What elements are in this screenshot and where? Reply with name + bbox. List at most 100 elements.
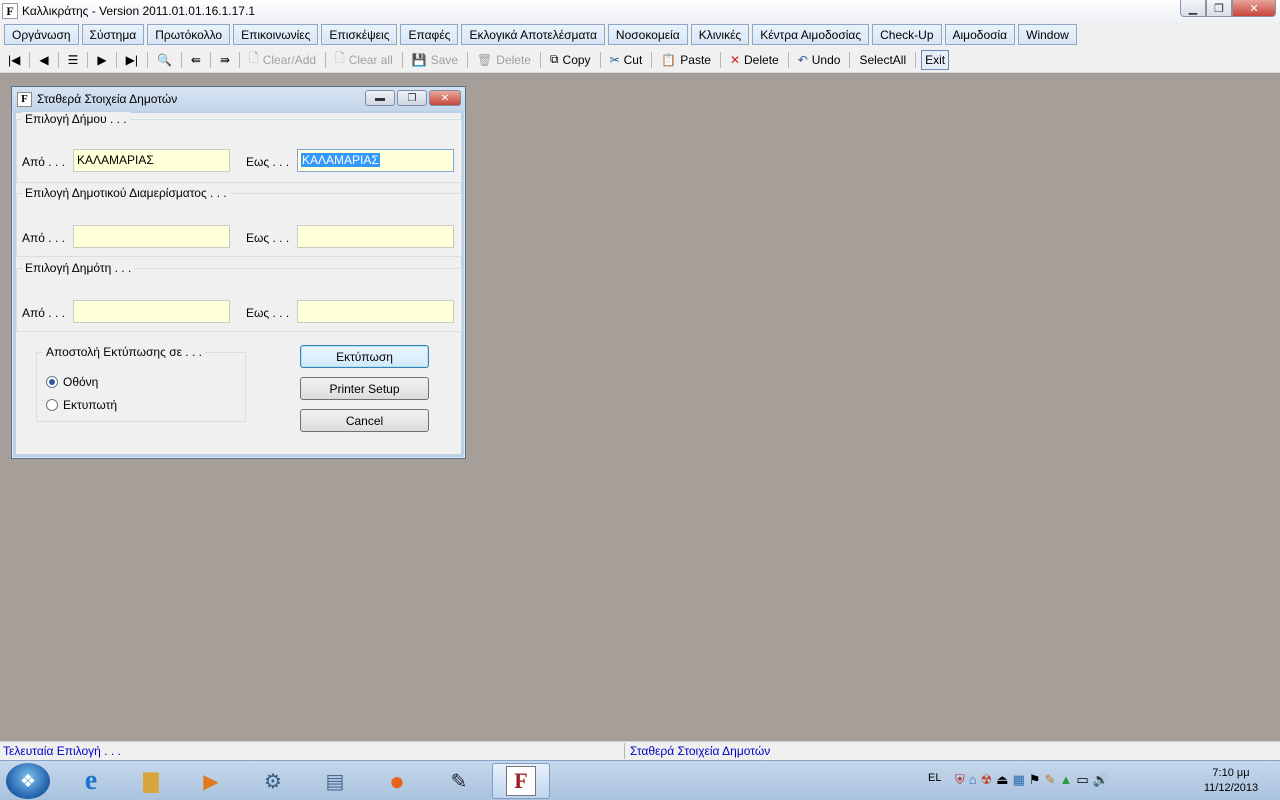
district-from-input[interactable] bbox=[73, 225, 230, 248]
shield-tray-icon[interactable]: ⛨ bbox=[955, 772, 965, 788]
notes-tray-icon[interactable]: ✎ bbox=[1045, 772, 1056, 788]
citizen-group: Επιλογή Δημότη . . . Από . . . Εως . . . bbox=[16, 261, 462, 332]
next-record-button[interactable]: ▶ bbox=[93, 50, 110, 70]
menu-protokollo[interactable]: Πρωτόκολλο bbox=[147, 24, 231, 45]
cut-button[interactable]: ✂ Cut bbox=[606, 50, 647, 70]
monitor-tray-icon[interactable]: ▭ bbox=[1076, 772, 1088, 788]
menu-systima[interactable]: Σύστημα bbox=[81, 24, 145, 45]
taskbar-tools-app[interactable]: ✎ bbox=[430, 763, 488, 799]
start-button[interactable]: ❖ bbox=[6, 763, 50, 799]
dialog-title-bar: F Σταθερά Στοιχεία Δημοτών ▬ ❐ ✕ bbox=[12, 87, 465, 111]
back-all-button[interactable]: ⇚ bbox=[187, 50, 205, 70]
toolbar-separator bbox=[115, 51, 117, 68]
taskbar-explorer[interactable]: ▇ bbox=[122, 763, 180, 799]
last-record-button[interactable]: ▶| bbox=[122, 50, 142, 70]
dialog-restore-button[interactable]: ❐ bbox=[397, 90, 427, 106]
save-button[interactable]: 💾 Save bbox=[408, 50, 462, 70]
dialog-minimize-button[interactable]: ▬ bbox=[365, 90, 395, 106]
selected-text: ΚΑΛΑΜΑΡΙΑΣ bbox=[301, 153, 380, 167]
clear-add-label: Clear/Add bbox=[262, 52, 317, 67]
radio-printer[interactable]: Εκτυπωτή bbox=[46, 398, 117, 412]
network-tray-icon[interactable]: ⌂ bbox=[969, 772, 977, 788]
delete-record-icon: 🗑 bbox=[477, 52, 493, 67]
menu-episkepseis[interactable]: Επισκέψεις bbox=[321, 24, 398, 45]
copy-button[interactable]: ⧉ Copy bbox=[546, 50, 595, 70]
toolbar-separator bbox=[787, 51, 789, 68]
taskbar-firefox[interactable]: ● bbox=[368, 763, 426, 799]
municipality-from-label: Από . . . bbox=[22, 155, 65, 169]
find-button[interactable]: 🔍 bbox=[153, 50, 176, 70]
municipality-from-input[interactable]: ΚΑΛΑΜΑΡΙΑΣ bbox=[73, 149, 230, 172]
menu-klinikes[interactable]: Κλινικές bbox=[690, 24, 750, 45]
paste-button[interactable]: 📋 Paste bbox=[657, 50, 715, 70]
citizen-to-input[interactable] bbox=[297, 300, 454, 323]
delete-button[interactable]: ✕ Delete bbox=[726, 50, 783, 70]
delete-record-button[interactable]: 🗑 Delete bbox=[473, 50, 535, 70]
menu-aimodosia[interactable]: Αιμοδοσία bbox=[944, 24, 1016, 45]
clear-add-button[interactable]: 🗋 Clear/Add bbox=[245, 50, 320, 70]
clear-all-button[interactable]: 🗋 Clear all bbox=[331, 50, 397, 70]
menu-epikoinonies[interactable]: Επικοινωνίες bbox=[233, 24, 319, 45]
menu-bar: Οργάνωση Σύστημα Πρωτόκολλο Επικοινωνίες… bbox=[0, 22, 1280, 47]
prev-record-button[interactable]: ◀ bbox=[35, 50, 52, 70]
taskbar-settings[interactable]: ⚙ bbox=[244, 763, 302, 799]
toolbar-separator bbox=[325, 51, 327, 68]
exit-button[interactable]: Exit bbox=[921, 49, 950, 70]
taskbar-media-player[interactable]: ▶ bbox=[182, 763, 240, 799]
toolbar-separator bbox=[57, 51, 59, 68]
taskbar-internet-explorer[interactable]: e bbox=[62, 763, 120, 799]
new-document-icon: 🗋 bbox=[249, 51, 259, 65]
next-icon: ▶ bbox=[97, 52, 107, 67]
menu-organosi[interactable]: Οργάνωση bbox=[4, 24, 79, 45]
radio-screen[interactable]: Οθόνη bbox=[46, 375, 98, 389]
antivirus-tray-icon[interactable]: ☢ bbox=[981, 772, 993, 788]
district-from-label: Από . . . bbox=[22, 231, 65, 245]
citizen-from-input[interactable] bbox=[73, 300, 230, 323]
toolbar-separator bbox=[467, 51, 469, 68]
cancel-button[interactable]: Cancel bbox=[300, 409, 429, 432]
first-record-button[interactable]: |◀ bbox=[4, 50, 24, 70]
citizen-from-label: Από . . . bbox=[22, 306, 65, 320]
district-to-input[interactable] bbox=[297, 225, 454, 248]
dialog-body: Επιλογή Δήμου . . . Από . . . ΚΑΛΑΜΑΡΙΑΣ… bbox=[16, 112, 462, 454]
firefox-icon: ● bbox=[389, 765, 405, 796]
menu-window[interactable]: Window bbox=[1018, 24, 1077, 45]
windows-logo-icon: ❖ bbox=[19, 770, 37, 791]
copy-label: Copy bbox=[562, 52, 591, 67]
display-tray-icon[interactable]: ▦ bbox=[1013, 772, 1025, 788]
municipality-group: Επιλογή Δήμου . . . Από . . . ΚΑΛΑΜΑΡΙΑΣ… bbox=[16, 112, 462, 183]
print-target-group: Αποστολή Εκτύπωσης σε . . . Οθόνη Εκτυπω… bbox=[36, 345, 246, 422]
menu-eklogika[interactable]: Εκλογικά Αποτελέσματα bbox=[461, 24, 605, 45]
menu-nosokomeia[interactable]: Νοσοκομεία bbox=[607, 24, 688, 45]
list-button[interactable]: ☰ bbox=[64, 50, 83, 70]
printer-setup-button[interactable]: Printer Setup bbox=[300, 377, 429, 400]
menu-check-up[interactable]: Check-Up bbox=[872, 24, 942, 45]
status-last-selection: Τελευταία Επιλογή . . . bbox=[3, 744, 121, 758]
print-button[interactable]: Εκτύπωση bbox=[300, 345, 429, 368]
dialog-close-button[interactable]: ✕ bbox=[429, 90, 461, 106]
usb-tray-icon[interactable]: ⏏ bbox=[996, 772, 1008, 788]
save-label: Save bbox=[430, 52, 459, 67]
flag-tray-icon[interactable]: ⚑ bbox=[1029, 772, 1041, 788]
toolbar-separator bbox=[180, 51, 182, 68]
system-clock[interactable]: 7:10 μμ 11/12/2013 bbox=[1195, 766, 1267, 796]
language-indicator[interactable]: EL bbox=[928, 772, 941, 784]
forward-all-button[interactable]: ⇛ bbox=[216, 50, 234, 70]
undo-button[interactable]: ↶ Undo bbox=[794, 50, 845, 70]
drive-tray-icon[interactable]: ▲ bbox=[1059, 772, 1072, 788]
internet-explorer-icon: e bbox=[84, 765, 98, 796]
double-left-arrow-icon: ⇚ bbox=[190, 52, 201, 67]
volume-tray-icon[interactable]: 🔊 bbox=[1093, 772, 1109, 788]
taskbar-security-app[interactable]: ▤ bbox=[306, 763, 364, 799]
toolbar-separator bbox=[401, 51, 403, 68]
municipality-to-input[interactable]: ΚΑΛΑΜΑΡΙΑΣ bbox=[297, 149, 454, 172]
minimize-button[interactable]: ▁ bbox=[1180, 0, 1206, 17]
menu-epafes[interactable]: Επαφές bbox=[400, 24, 459, 45]
gear-icon: ⚙ bbox=[264, 770, 282, 793]
taskbar-kallikratis[interactable]: F bbox=[492, 763, 550, 799]
close-button[interactable]: ✕ bbox=[1232, 0, 1276, 17]
menu-kentra-aimodosias[interactable]: Κέντρα Αιμοδοσίας bbox=[752, 24, 870, 45]
tools-icon: ✎ bbox=[450, 770, 468, 793]
select-all-button[interactable]: SelectAll bbox=[855, 50, 910, 70]
restore-button[interactable]: ❐ bbox=[1206, 0, 1232, 17]
